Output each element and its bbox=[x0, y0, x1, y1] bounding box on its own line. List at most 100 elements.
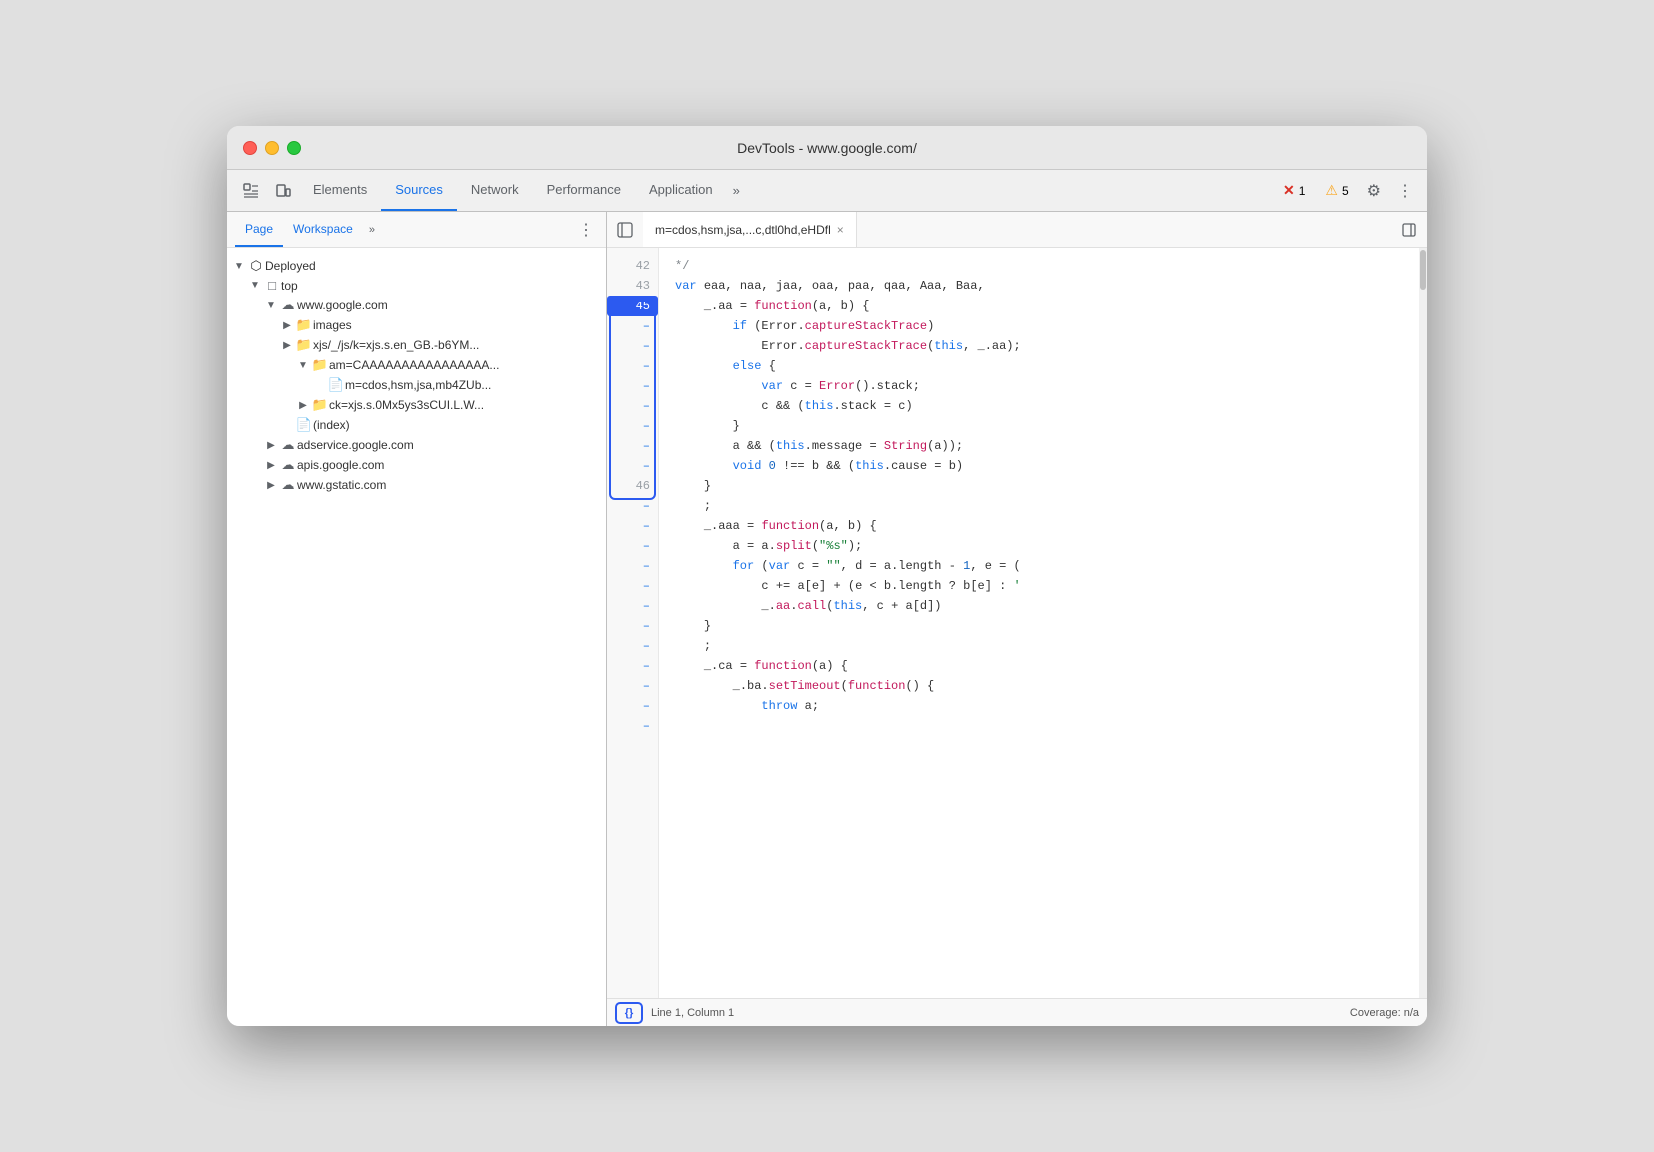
devtools-tabs-bar: Elements Sources Network Performance App… bbox=[227, 170, 1427, 212]
line-num[interactable]: – bbox=[607, 536, 658, 556]
line-num[interactable]: – bbox=[607, 396, 658, 416]
line-num[interactable]: – bbox=[607, 356, 658, 376]
tree-arrow: ▶ bbox=[263, 460, 279, 471]
line-num[interactable]: – bbox=[607, 376, 658, 396]
list-item[interactable]: ▶ ☁ apis.google.com bbox=[227, 455, 606, 475]
settings-icon[interactable]: ⚙ bbox=[1361, 181, 1387, 201]
error-badge[interactable]: ✕ 1 bbox=[1275, 180, 1313, 201]
line-num[interactable]: 43 bbox=[607, 276, 658, 296]
list-item[interactable]: ▶ 📁 images bbox=[227, 315, 606, 335]
code-content: 42 43 45 – – – – – – – – 46 – – – – – bbox=[607, 248, 1427, 998]
panel-collapse-icon[interactable] bbox=[607, 222, 643, 238]
folder-icon: 📁 bbox=[295, 317, 313, 333]
minimize-button[interactable] bbox=[265, 141, 279, 155]
tab-more-button[interactable]: » bbox=[727, 170, 746, 211]
code-line: } bbox=[675, 476, 1419, 496]
line-num[interactable]: – bbox=[607, 676, 658, 696]
line-num[interactable]: – bbox=[607, 496, 658, 516]
code-line: if (Error.captureStackTrace) bbox=[675, 316, 1419, 336]
tree-arrow: ▶ bbox=[295, 400, 311, 411]
line-num[interactable]: – bbox=[607, 336, 658, 356]
line-num[interactable]: – bbox=[607, 416, 658, 436]
error-count: 1 bbox=[1299, 184, 1306, 198]
sidebar-tab-workspace[interactable]: Workspace bbox=[283, 212, 363, 247]
cursor-position: Line 1, Column 1 bbox=[651, 1007, 734, 1019]
list-item[interactable]: ▼ 📁 am=CAAAAAAAAAAAAAAAA... bbox=[227, 355, 606, 375]
list-item[interactable]: ▶ ☁ adservice.google.com bbox=[227, 435, 606, 455]
code-line: ; bbox=[675, 496, 1419, 516]
tab-network[interactable]: Network bbox=[457, 170, 533, 211]
tab-application[interactable]: Application bbox=[635, 170, 727, 211]
line-num[interactable]: 42 bbox=[607, 256, 658, 276]
line-numbers: 42 43 45 – – – – – – – – 46 – – – – – bbox=[607, 248, 659, 998]
tree-arrow: ▼ bbox=[247, 280, 263, 291]
devtools-right-icons: ✕ 1 ⚠ 5 ⚙ ⋮ bbox=[1275, 170, 1419, 211]
line-num[interactable]: – bbox=[607, 316, 658, 336]
code-line: _.aa = function(a, b) { bbox=[675, 296, 1419, 316]
sidebar-tab-more[interactable]: » bbox=[363, 224, 381, 236]
traffic-lights bbox=[243, 141, 301, 155]
warn-count: 5 bbox=[1342, 184, 1349, 198]
format-button[interactable]: {} bbox=[615, 1002, 643, 1024]
line-num[interactable]: – bbox=[607, 456, 658, 476]
line-num[interactable]: – bbox=[607, 516, 658, 536]
tree-arrow: ▼ bbox=[295, 360, 311, 371]
tree-label: ck=xjs.s.0Mx5ys3sCUI.L.W... bbox=[329, 398, 484, 412]
code-line: Error.captureStackTrace(this, _.aa); bbox=[675, 336, 1419, 356]
line-num[interactable]: – bbox=[607, 616, 658, 636]
code-tabs: m=cdos,hsm,jsa,...c,dtl0hd,eHDfl × bbox=[607, 212, 1427, 248]
code-tab-filename: m=cdos,hsm,jsa,...c,dtl0hd,eHDfl bbox=[655, 223, 831, 237]
folder-icon: 📁 bbox=[295, 337, 313, 353]
line-num[interactable]: – bbox=[607, 696, 658, 716]
list-item[interactable]: 📄 m=cdos,hsm,jsa,mb4ZUb... bbox=[227, 375, 606, 395]
cloud-icon: ☁ bbox=[279, 477, 297, 493]
code-line: a && (this.message = String(a)); bbox=[675, 436, 1419, 456]
list-item[interactable]: ▼ ☁ www.google.com bbox=[227, 295, 606, 315]
tree-label: top bbox=[281, 279, 298, 293]
line-num[interactable]: – bbox=[607, 556, 658, 576]
list-item[interactable]: ▼ □ top bbox=[227, 276, 606, 295]
line-num[interactable]: – bbox=[607, 596, 658, 616]
line-num[interactable]: – bbox=[607, 636, 658, 656]
device-toggle-icon[interactable] bbox=[267, 170, 299, 211]
line-num[interactable]: 46 bbox=[607, 476, 658, 496]
tree-label: apis.google.com bbox=[297, 458, 384, 472]
tree-label: adservice.google.com bbox=[297, 438, 414, 452]
tab-sources[interactable]: Sources bbox=[381, 170, 457, 211]
code-line: _.ca = function(a) { bbox=[675, 656, 1419, 676]
file-icon: 📄 bbox=[295, 417, 313, 433]
scroll-thumb[interactable] bbox=[1420, 250, 1426, 290]
line-num[interactable]: – bbox=[607, 436, 658, 456]
code-line: var c = Error().stack; bbox=[675, 376, 1419, 396]
close-button[interactable] bbox=[243, 141, 257, 155]
tab-elements[interactable]: Elements bbox=[299, 170, 381, 211]
tree-label: am=CAAAAAAAAAAAAAAAA... bbox=[329, 358, 499, 372]
list-item[interactable]: ▼ ⬡ Deployed bbox=[227, 256, 606, 276]
code-tab-active[interactable]: m=cdos,hsm,jsa,...c,dtl0hd,eHDfl × bbox=[643, 212, 857, 247]
more-options-icon[interactable]: ⋮ bbox=[1391, 181, 1419, 201]
line-num-current[interactable]: 45 bbox=[607, 296, 658, 316]
line-num[interactable]: – bbox=[607, 716, 658, 736]
code-line: throw a; bbox=[675, 696, 1419, 716]
close-tab-button[interactable]: × bbox=[837, 223, 844, 237]
warn-badge[interactable]: ⚠ 5 bbox=[1317, 180, 1356, 201]
tab-performance[interactable]: Performance bbox=[533, 170, 635, 211]
inspect-element-icon[interactable] bbox=[235, 170, 267, 211]
line-num[interactable]: – bbox=[607, 576, 658, 596]
devtools-window: DevTools - www.google.com/ Elements Sour… bbox=[227, 126, 1427, 1026]
list-item[interactable]: ▶ ☁ www.gstatic.com bbox=[227, 475, 606, 495]
tree-label: m=cdos,hsm,jsa,mb4ZUb... bbox=[345, 378, 491, 392]
list-item[interactable]: ▶ 📁 xjs/_/js/k=xjs.s.en_GB.-b6YM... bbox=[227, 335, 606, 355]
line-num[interactable]: – bbox=[607, 656, 658, 676]
code-editor[interactable]: */ var eaa, naa, jaa, oaa, paa, qaa, Aaa… bbox=[659, 248, 1419, 998]
scrollbar[interactable] bbox=[1419, 248, 1427, 998]
tree-arrow: ▶ bbox=[279, 320, 295, 331]
sidebar-menu-icon[interactable]: ⋮ bbox=[574, 220, 598, 240]
sidebar-tree: ▼ ⬡ Deployed ▼ □ top ▼ ☁ www.google.com bbox=[227, 248, 606, 1026]
code-panel: m=cdos,hsm,jsa,...c,dtl0hd,eHDfl × 42 43… bbox=[607, 212, 1427, 1026]
list-item[interactable]: ▶ 📁 ck=xjs.s.0Mx5ys3sCUI.L.W... bbox=[227, 395, 606, 415]
sidebar-tab-page[interactable]: Page bbox=[235, 212, 283, 247]
list-item[interactable]: 📄 (index) bbox=[227, 415, 606, 435]
sidebar-toggle-icon[interactable] bbox=[1391, 223, 1427, 237]
maximize-button[interactable] bbox=[287, 141, 301, 155]
